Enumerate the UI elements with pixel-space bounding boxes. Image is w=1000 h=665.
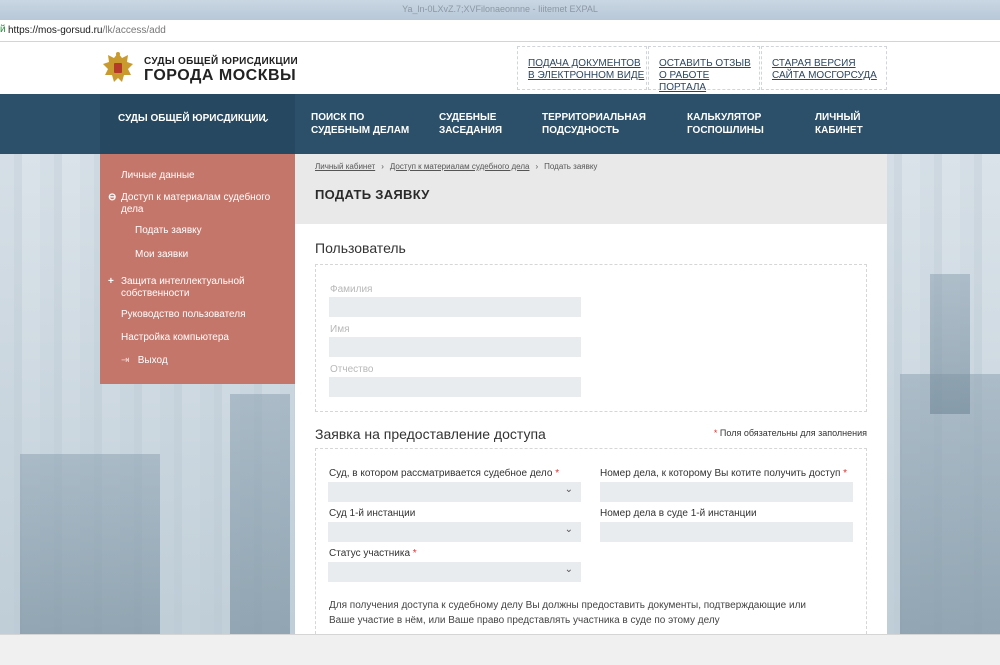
court-label: Суд, в котором рассматривается судебное … xyxy=(329,468,560,479)
first-instance-number-label: Номер дела в суде 1-й инстанции xyxy=(600,508,757,519)
chevron-down-icon: ⌄ xyxy=(564,524,573,535)
main-nav: СУДЫ ОБЩЕЙ ЮРИСДИКЦИИ ⌄ ПОИСК ПО СУДЕБНЫ… xyxy=(0,94,1000,154)
patronymic-field[interactable] xyxy=(329,377,581,397)
breadcrumb-access[interactable]: Доступ к материалам судебного дела xyxy=(390,162,530,171)
request-section-title: Заявка на предоставление доступа xyxy=(315,426,546,442)
breadcrumb: Личный кабинет › Доступ к материалам судеб… xyxy=(315,162,597,171)
header-link-e-filing[interactable]: ПОДАЧА ДОКУМЕНТОВ В ЭЛЕКТРОННОМ ВИДЕ xyxy=(517,46,647,90)
nav-hearings[interactable]: СУДЕБНЫЕ ЗАСЕДАНИЯ xyxy=(439,111,502,137)
status-select[interactable]: ⌄ xyxy=(328,562,581,582)
user-box: Фамилия Имя Отчество xyxy=(315,264,867,412)
patronymic-label: Отчество xyxy=(330,364,374,375)
nav-case-search[interactable]: ПОИСК ПО СУДЕБНЫМ ДЕЛАМ xyxy=(311,111,409,137)
user-section-title: Пользователь xyxy=(315,240,406,256)
chevron-right-icon: › xyxy=(381,162,384,171)
window-title: Ya_ln-0LXvZ.7;XVFilonaeonnne - Iiitemet … xyxy=(402,4,598,14)
lock-icon: й xyxy=(0,24,6,35)
info-text: Для получения доступа к судебному делу В… xyxy=(329,600,807,626)
nav-fee-calculator[interactable]: КАЛЬКУЛЯТОР ГОСПОШЛИНЫ xyxy=(687,111,764,137)
sidebar-item-exit[interactable]: ⇥ Выход xyxy=(121,355,168,367)
sidebar-item-ip[interactable]: + Защита интеллектуальной собственности xyxy=(108,276,261,300)
first-instance-select[interactable]: ⌄ xyxy=(328,522,581,542)
header-link-feedback[interactable]: ОСТАВИТЬ ОТЗЫВ О РАБОТЕ ПОРТАЛА xyxy=(648,46,760,93)
expand-icon: + xyxy=(108,276,114,287)
nav-personal-account[interactable]: ЛИЧНЫЙ КАБИНЕТ xyxy=(815,111,863,137)
chevron-right-icon: › xyxy=(535,162,539,171)
required-note: * Поля обязательны для заполнения xyxy=(713,428,867,438)
page: СУДЫ ОБЩЕЙ ЮРИСДИКЦИИ ГОРОДА МОСКВЫ ПОДА… xyxy=(0,42,1000,634)
url-text[interactable]: https://mos-gorsud.ru/lk/access/add xyxy=(8,25,166,36)
url-host: https://mos-gorsud.ru xyxy=(8,25,103,36)
site-header: СУДЫ ОБЩЕЙ ЮРИСДИКЦИИ ГОРОДА МОСКВЫ ПОДА… xyxy=(0,42,1000,94)
browser-titlebar: Ya_ln-0LXvZ.7;XVFilonaeonnne - Iiitemet … xyxy=(0,0,1000,20)
case-number-label: Номер дела, к которому Вы котите получит… xyxy=(600,468,848,479)
chevron-down-icon: ⌄ xyxy=(260,110,271,125)
sidebar-item-my-requests[interactable]: Мои заявки xyxy=(135,249,188,261)
url-path: /lk/access/add xyxy=(102,25,166,36)
header-link-old-version[interactable]: СТАРАЯ ВЕРСИЯ САЙТА МОСГОРСУДА xyxy=(761,46,887,90)
sidebar: Личные данные ⊖ Доступ к материалам суде… xyxy=(100,154,295,384)
chevron-down-icon: ⌄ xyxy=(564,484,573,495)
first-instance-label: Суд 1-й инстанции xyxy=(329,508,416,519)
main-content: Личный кабинет › Доступ к материалам судеб… xyxy=(295,154,887,634)
logo-line1: СУДЫ ОБЩЕЙ ЮРИСДИКЦИИ xyxy=(144,56,298,67)
nav-courts-dropdown[interactable]: СУДЫ ОБЩЕЙ ЮРИСДИКЦИИ ⌄ xyxy=(100,94,295,154)
logo-line2: ГОРОДА МОСКВЫ xyxy=(144,67,297,84)
breadcrumb-current: Подать заявку xyxy=(544,162,598,171)
site-logo[interactable]: СУДЫ ОБЩЕЙ ЮРИСДИКЦИИ ГОРОДА МОСКВЫ xyxy=(100,50,300,90)
page-title: ПОДАТЬ ЗАЯВКУ xyxy=(315,187,430,202)
court-select[interactable]: ⌄ xyxy=(328,482,581,502)
name-field[interactable] xyxy=(329,337,581,357)
sidebar-item-submit[interactable]: Подать заявку xyxy=(135,225,202,237)
chevron-down-icon: ⌄ xyxy=(564,564,573,575)
browser-statusbar xyxy=(0,634,1000,665)
surname-label: Фамилия xyxy=(330,284,373,295)
status-label: Статус участника * xyxy=(329,548,417,559)
case-number-field[interactable] xyxy=(600,482,853,502)
address-bar[interactable]: й https://mos-gorsud.ru/lk/access/add xyxy=(0,20,1000,42)
surname-field[interactable] xyxy=(329,297,581,317)
name-label: Имя xyxy=(330,324,350,335)
sidebar-item-personal[interactable]: Личные данные xyxy=(121,170,195,182)
title-bar: Личный кабинет › Доступ к материалам судеб… xyxy=(295,154,887,224)
sidebar-item-setup[interactable]: Настройка компьютера xyxy=(121,332,229,344)
exit-icon: ⇥ xyxy=(121,355,130,366)
nav-jurisdiction[interactable]: ТЕРРИТОРИАЛЬНАЯ ПОДСУДНОСТЬ xyxy=(542,111,646,137)
first-instance-number-field[interactable] xyxy=(600,522,853,542)
collapse-icon: ⊖ xyxy=(108,192,117,203)
sidebar-item-access[interactable]: ⊖ Доступ к материалам судебного дела xyxy=(108,192,271,216)
breadcrumb-home[interactable]: Личный кабинет xyxy=(315,162,375,171)
sidebar-item-guide[interactable]: Руководство пользователя xyxy=(121,309,246,321)
coat-of-arms-icon xyxy=(103,52,133,82)
